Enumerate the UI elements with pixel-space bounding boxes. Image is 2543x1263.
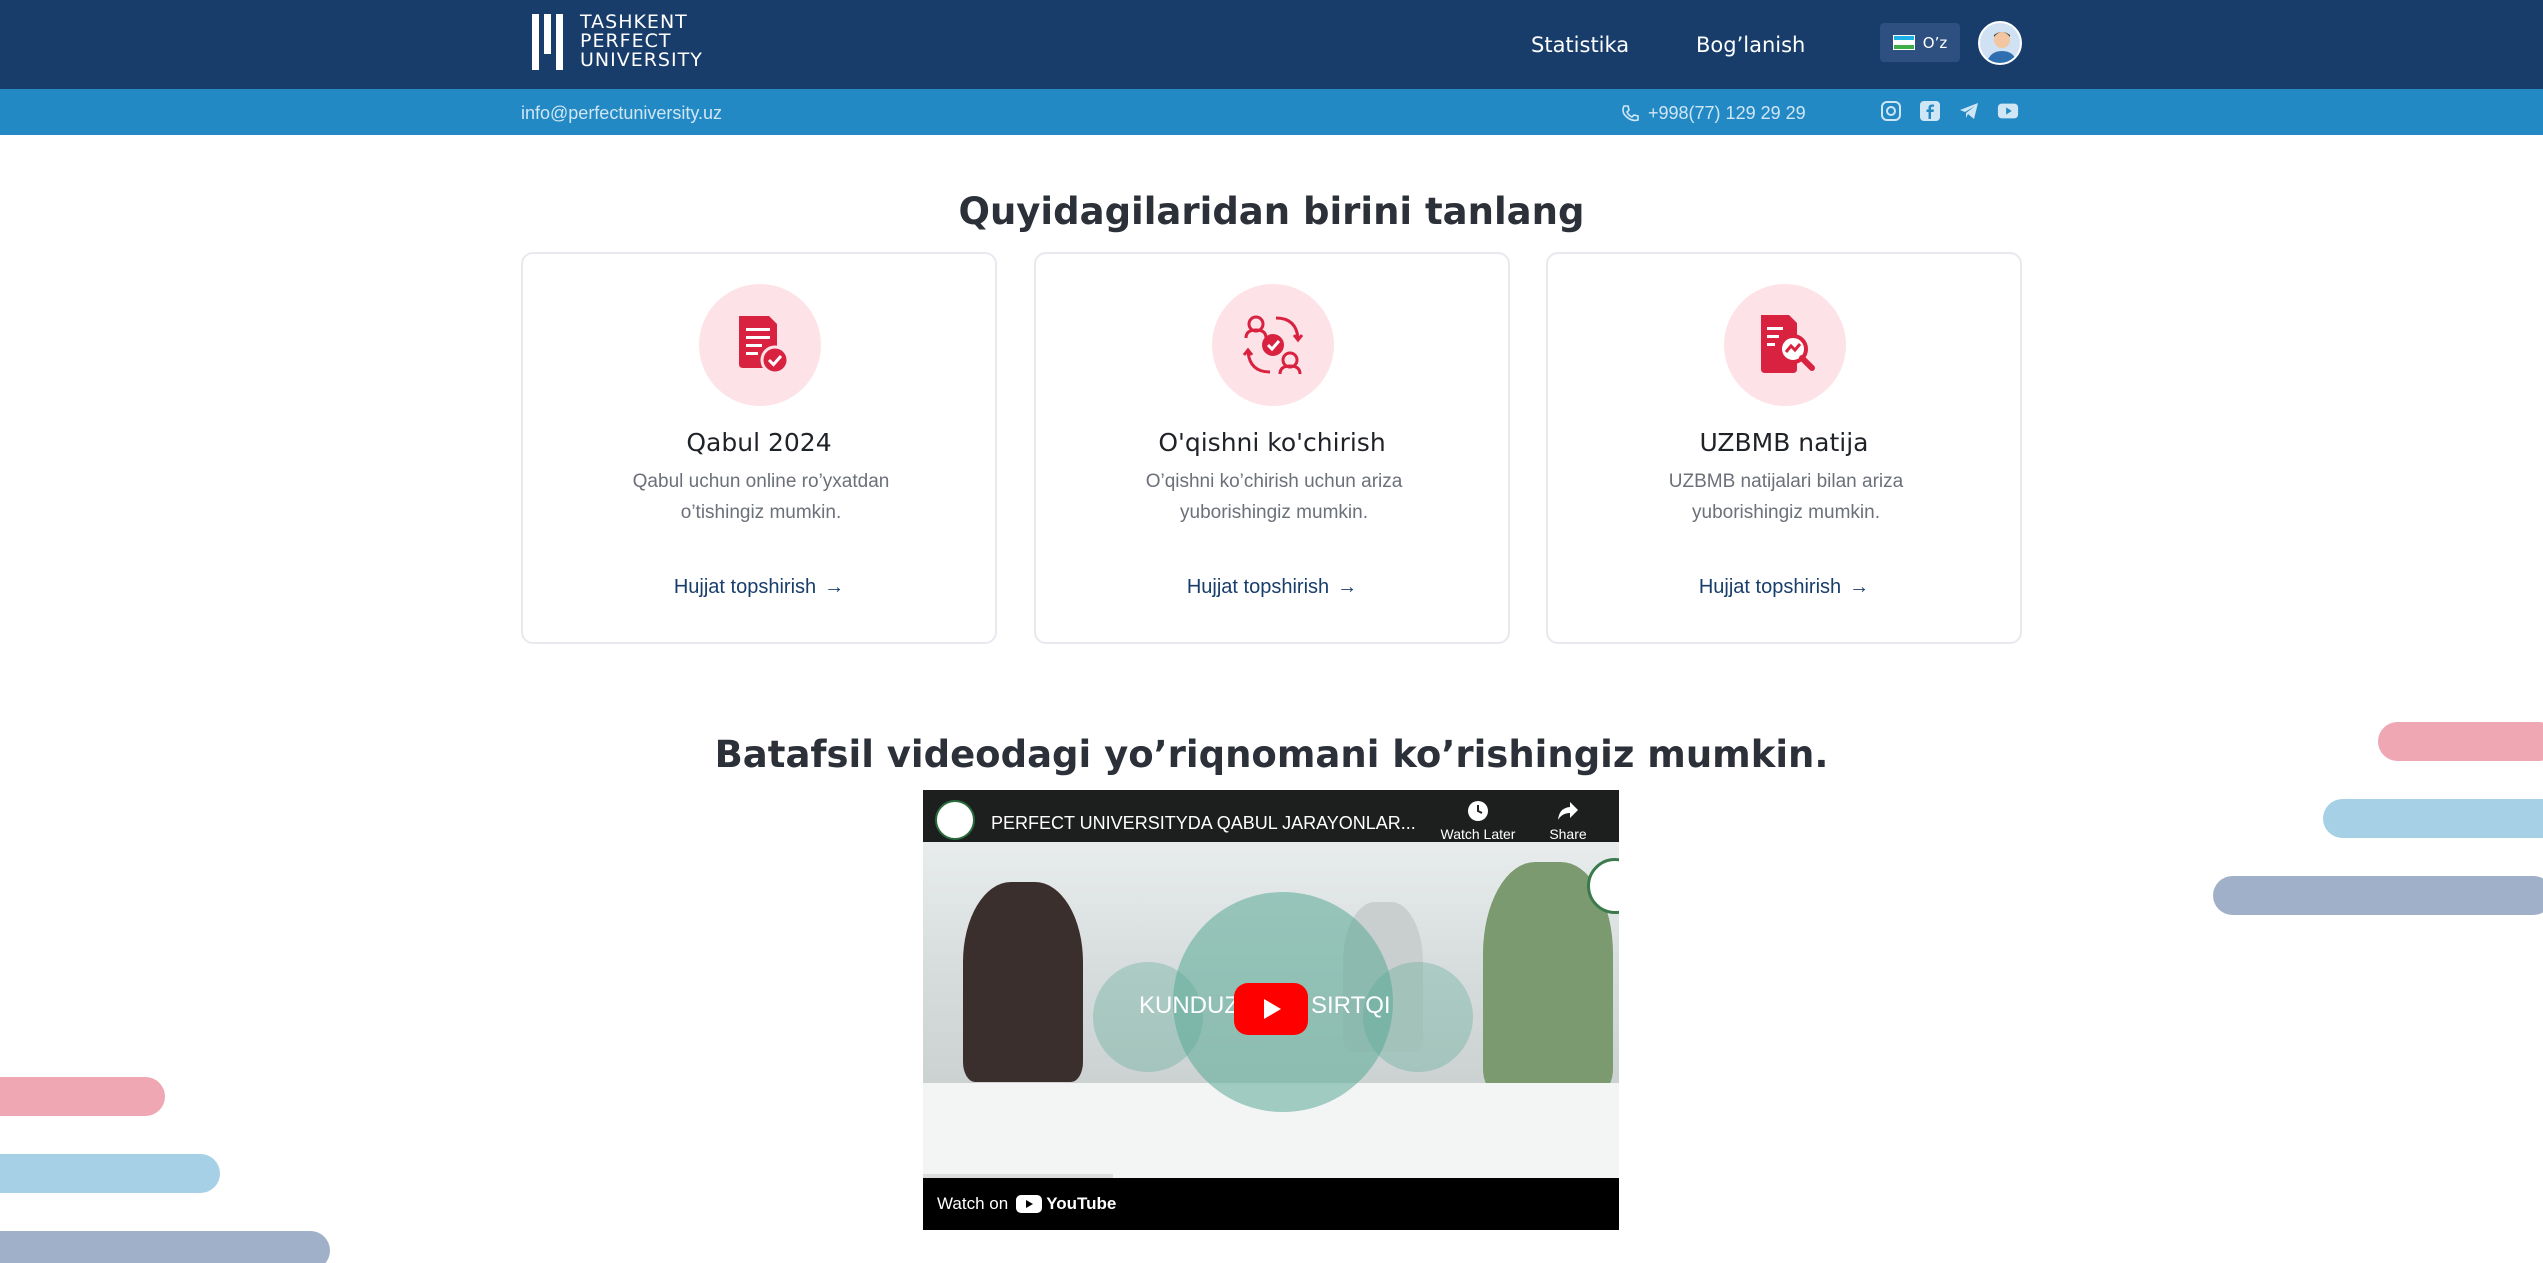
clock-icon [1468,801,1488,821]
uzbekistan-flag-icon [1892,35,1915,50]
phone-number: +998(77) 129 29 29 [1648,103,1806,123]
share-arrow-icon [1558,802,1578,820]
caption-left: KUNDUZ [1139,992,1239,1019]
link-label: Hujjat topshirish [1698,576,1842,598]
video-person [963,882,1083,1082]
card-description: UZBMB natijalari bilan ariza yuborishing… [1668,471,1904,523]
caption-right: SIRTQI [1311,992,1391,1019]
language-label: O’z [1922,33,1948,52]
play-button-icon[interactable] [1234,983,1308,1035]
video-top-bar: PERFECT UNIVERSITYDA QABUL JARAYONLAR...… [923,790,1619,842]
submit-documents-link[interactable]: Hujjat topshirish → [1548,576,2020,599]
card-title: Qabul 2024 [686,428,832,457]
instagram-icon[interactable] [1880,100,1902,122]
transfer-users-icon [1212,284,1334,406]
submit-documents-link[interactable]: Hujjat topshirish → [1036,576,1508,599]
channel-avatar-icon[interactable] [935,800,975,840]
link-label: Hujjat topshirish [673,576,817,598]
document-search-icon [1724,284,1846,406]
card-uzbmb-results: UZBMB natija UZBMB natijalari bilan ariz… [1546,252,2022,644]
logo-mark-icon [532,13,564,70]
card-admission: Qabul 2024 Qabul uchun online ro’yxatdan… [521,252,997,644]
decorative-stripe [2323,799,2543,838]
decorative-stripe [0,1231,330,1263]
share-button[interactable]: Share [1523,800,1613,842]
youtube-video-player[interactable]: PERFECT UNIVERSITYDA QABUL JARAYONLAR...… [923,790,1619,1230]
facebook-icon[interactable] [1919,100,1941,122]
watch-later-label: Watch Later [1440,826,1516,842]
watch-on-youtube-link[interactable]: Watch on YouTube [937,1191,1116,1217]
video-title[interactable]: PERFECT UNIVERSITYDA QABUL JARAYONLAR... [991,813,1416,834]
decorative-stripe [2378,722,2543,761]
link-label: Hujjat topshirish [1186,576,1330,598]
nav-contact[interactable]: Bog’lanish [1696,33,1805,57]
youtube-play-icon [1016,1195,1043,1213]
page-title: Quyidagilaridan birini tanlang [958,190,1585,233]
user-avatar-icon[interactable] [1978,21,2022,65]
phone-link[interactable]: +998(77) 129 29 29 [1620,103,1806,124]
youtube-icon[interactable] [1997,100,2019,122]
card-transfer: O'qishni ko'chirish O’qishni ko’chirish … [1034,252,1510,644]
card-description: Qabul uchun online ro’yxatdan o’tishingi… [632,471,890,523]
arrow-right-icon: → [1849,576,1870,598]
logo-text: TASHKENT PERFECT UNIVERSITY [580,13,703,70]
logo-line: UNIVERSITY [580,49,703,71]
telegram-icon[interactable] [1958,100,1980,122]
decorative-stripe [0,1077,165,1116]
youtube-logo: YouTube [1016,1194,1116,1214]
submit-documents-link[interactable]: Hujjat topshirish → [523,576,995,599]
contact-bar: info@perfectuniversity.uz +998(77) 129 2… [0,89,2543,135]
decorative-stripe [2213,876,2543,915]
nav-statistika[interactable]: Statistika [1531,33,1629,57]
decorative-stripe [0,1154,220,1193]
share-label: Share [1549,826,1587,842]
card-description: O’qishni ko’chirish uchun ariza yuborish… [1145,471,1403,523]
arrow-right-icon: → [1337,576,1358,598]
top-header: TASHKENT PERFECT UNIVERSITY Statistika B… [0,0,2543,89]
card-title: O'qishni ko'chirish [1158,428,1386,457]
university-logo[interactable]: TASHKENT PERFECT UNIVERSITY [532,13,703,70]
arrow-right-icon: → [824,576,845,598]
language-switcher[interactable]: O’z [1880,23,1960,62]
youtube-brand: YouTube [1046,1194,1117,1213]
watch-on-label: Watch on [937,1194,1009,1213]
email-link[interactable]: info@perfectuniversity.uz [521,103,722,124]
watch-later-button[interactable]: Watch Later [1433,800,1523,842]
social-links [1880,100,2019,122]
video-section-title: Batafsil videodagi yo’riqnomani ko’rishi… [714,733,1829,776]
phone-icon [1622,104,1639,121]
video-bottom-bar: Watch on YouTube [923,1178,1619,1230]
document-check-icon [699,284,821,406]
card-title: UZBMB natija [1699,428,1869,457]
